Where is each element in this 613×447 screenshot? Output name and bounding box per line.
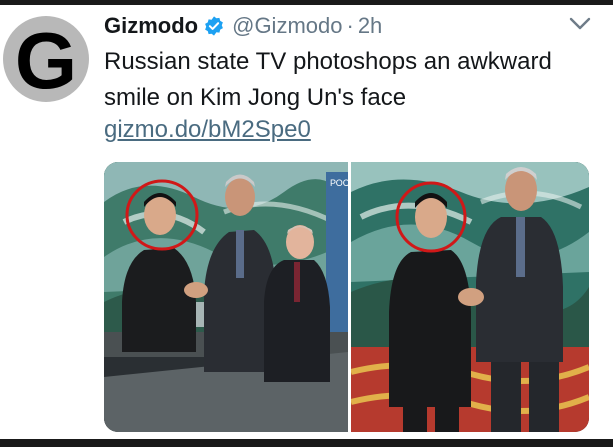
separator-dot: · [346, 13, 354, 38]
avatar-letter: G [14, 16, 78, 103]
tv-channel-logo: РОС [330, 178, 348, 188]
chevron-down-icon[interactable] [567, 14, 593, 34]
tweet-timestamp[interactable]: 2h [358, 13, 382, 39]
tweet-header: Gizmodo @Gizmodo · 2h [104, 10, 382, 42]
avatar[interactable]: G [3, 16, 89, 102]
bottom-border [0, 439, 613, 447]
tweet-text: Russian state TV photoshops an awkward s… [104, 48, 552, 111]
verified-badge-icon [205, 16, 224, 36]
top-border [0, 0, 613, 5]
photo-tv-broadcast[interactable]: РОС [104, 162, 348, 432]
tweet-media[interactable]: РОС [104, 162, 589, 432]
photo-original[interactable] [351, 162, 589, 432]
author-name[interactable]: Gizmodo [104, 13, 198, 39]
author-handle[interactable]: @Gizmodo [232, 13, 342, 39]
tweet-link[interactable]: gizmo.do/bM2Spe0 [104, 114, 311, 146]
